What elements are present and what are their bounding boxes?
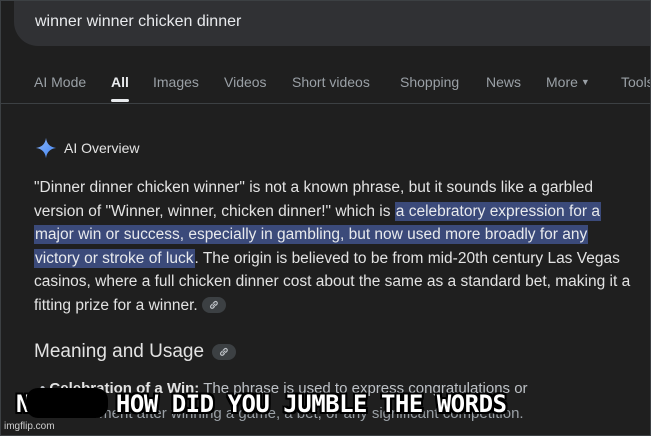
highlighted-text: victory or stroke of luck	[34, 248, 195, 268]
tab-short-videos[interactable]: Short videos	[292, 74, 370, 90]
section-title: Meaning and Usage	[34, 341, 205, 362]
link-icon	[220, 347, 228, 356]
tab-images[interactable]: Images	[153, 74, 199, 90]
tab-all[interactable]: All	[111, 74, 129, 90]
caption-text: HOW DID YOU JUMBLE THE WORDS	[101, 390, 507, 418]
overview-line: victory or stroke of luck. The origin is…	[34, 247, 651, 271]
active-tab-indicator	[111, 99, 129, 102]
tab-more[interactable]: More ▼	[546, 74, 590, 90]
overview-line: version of "Winner, winner, chicken dinn…	[34, 200, 651, 224]
tab-ai-mode[interactable]: AI Mode	[34, 74, 86, 90]
highlighted-text: major win or success, especially in gamb…	[34, 225, 589, 244]
watermark: imgflip.com	[4, 421, 55, 432]
overview-line: fitting prize for a winner.	[34, 294, 651, 318]
link-icon	[209, 300, 218, 309]
search-bar[interactable]: winner winner chicken dinner	[14, 0, 651, 46]
tab-more-label: More	[546, 74, 578, 90]
highlighted-text: a celebratory expression for a	[394, 201, 601, 221]
tab-videos[interactable]: Videos	[224, 74, 267, 90]
source-link-button[interactable]	[212, 344, 237, 360]
tabs-divider	[0, 103, 651, 104]
overview-text: version of "Winner, winner, chicken dinn…	[34, 202, 395, 220]
ai-overview-text: "Dinner dinner chicken winner" is not a …	[34, 176, 651, 317]
overview-line: "Dinner dinner chicken winner" is not a …	[34, 176, 651, 200]
overview-text: fitting prize for a winner.	[34, 296, 198, 314]
meaning-section-header: Meaning and Usage	[34, 341, 237, 363]
meme-caption: N HOW DID YOU JUMBLE THE WORDS	[16, 388, 507, 418]
overview-text: casinos, where a full chicken dinner cos…	[34, 273, 631, 290]
overview-text: . The origin is believed to be from mid-…	[194, 249, 620, 267]
ai-overview-title: AI Overview	[64, 140, 140, 156]
tab-tools[interactable]: Tools	[621, 74, 651, 90]
caret-down-icon: ▼	[580, 77, 590, 87]
source-link-button[interactable]	[201, 296, 226, 313]
tab-shopping[interactable]: Shopping	[400, 74, 459, 90]
overview-text: "Dinner dinner chicken winner" is not a …	[34, 179, 593, 196]
censor-blot	[25, 388, 108, 418]
ai-overview-header: AI Overview	[35, 137, 139, 159]
search-input[interactable]: winner winner chicken dinner	[35, 13, 241, 31]
overview-line: major win or success, especially in gamb…	[34, 223, 651, 247]
overview-line: casinos, where a full chicken dinner cos…	[34, 270, 651, 294]
ai-sparkle-icon	[35, 137, 57, 159]
tab-news[interactable]: News	[486, 74, 521, 90]
